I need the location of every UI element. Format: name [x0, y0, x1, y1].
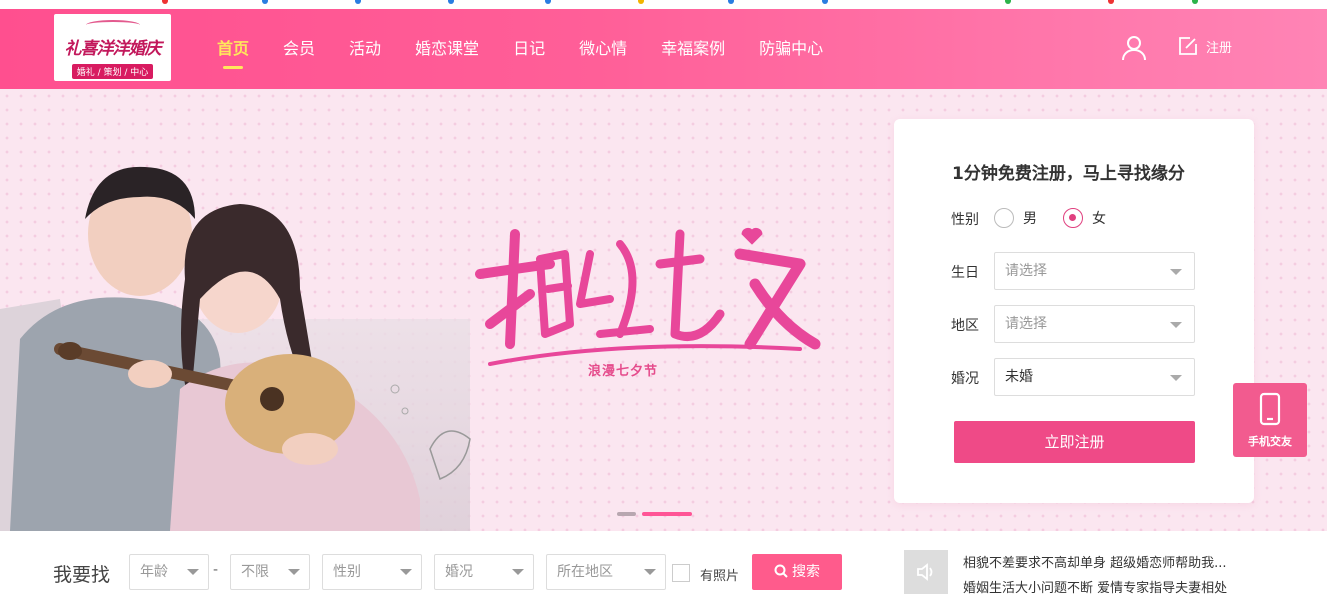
register-link[interactable]: 注册	[1178, 36, 1232, 56]
search-button[interactable]: 搜索	[752, 554, 842, 590]
nav-moods[interactable]: 微心情	[562, 9, 644, 89]
register-title: 1分钟免费注册，马上寻找缘分	[952, 164, 1185, 184]
age-from-select[interactable]: 年龄	[129, 554, 209, 590]
region-select[interactable]: 请选择	[994, 305, 1195, 343]
radio-circle	[994, 208, 1014, 228]
mobile-dating-button[interactable]: 手机交友	[1233, 383, 1307, 457]
nav-anti-fraud[interactable]: 防骗中心	[742, 9, 840, 89]
nav-diary[interactable]: 日记	[496, 9, 562, 89]
nav-events[interactable]: 活动	[332, 9, 398, 89]
region-label: 地区	[951, 318, 979, 334]
mobile-dating-label: 手机交友	[1248, 435, 1292, 448]
nav-home[interactable]: 首页	[200, 9, 266, 89]
main-nav: 首页 会员 活动 婚恋课堂 日记 微心情 幸福案例 防骗中心	[200, 9, 840, 89]
search-icon	[774, 564, 788, 578]
logo-text: 礼喜洋洋婚庆	[64, 39, 162, 59]
has-photo-checkbox[interactable]	[672, 564, 690, 582]
birthday-label: 生日	[951, 265, 979, 281]
marital-select[interactable]: 未婚	[994, 358, 1195, 396]
gender-radio-male[interactable]: 男	[994, 208, 1037, 228]
logo-ornament	[86, 20, 140, 30]
register-form: 1分钟免费注册，马上寻找缘分 性别 男 女 生日 请选择 地区 请选择 婚况 未…	[894, 119, 1254, 503]
edit-icon	[1179, 37, 1197, 55]
carousel-dot-1[interactable]	[617, 512, 636, 516]
news-item-1[interactable]: 相貌不差要求不高却单身 超级婚恋师帮助我...	[963, 552, 1227, 571]
couple-photo	[0, 166, 471, 531]
range-dash: -	[213, 562, 219, 578]
marital-search-select[interactable]: 婚况	[434, 554, 534, 590]
gender-radio-female[interactable]: 女	[1063, 208, 1106, 228]
gender-male-label: 男	[1023, 211, 1037, 227]
nav-members[interactable]: 会员	[266, 9, 332, 89]
has-photo-label: 有照片	[700, 569, 740, 584]
region-search-select[interactable]: 所在地区	[546, 554, 666, 590]
news-item-2[interactable]: 婚姻生活大小问题不断 爱情专家指导夫妻相处	[963, 577, 1227, 596]
user-icon[interactable]	[1121, 35, 1147, 61]
birthday-select[interactable]: 请选择	[994, 252, 1195, 290]
search-title: 我要找	[53, 564, 111, 586]
gender-select[interactable]: 性别	[322, 554, 422, 590]
site-logo[interactable]: 礼喜洋洋婚庆 婚礼 / 策划 / 中心	[54, 14, 171, 81]
marital-label: 婚况	[951, 371, 979, 387]
banner-subtitle: 浪漫七夕节	[588, 364, 659, 379]
gender-label: 性别	[951, 212, 979, 228]
radio-circle	[1063, 208, 1083, 228]
logo-subtitle: 婚礼 / 策划 / 中心	[71, 64, 154, 79]
register-label: 注册	[1206, 40, 1233, 56]
register-submit-button[interactable]: 立即注册	[954, 421, 1195, 463]
search-bar: 我要找 年龄 - 不限 性别 婚况 所在地区 有照片 搜索 相貌不差要求不高却单…	[0, 531, 1327, 599]
gender-female-label: 女	[1092, 211, 1106, 227]
search-button-label: 搜索	[792, 564, 820, 580]
banner-calligraphy-art	[475, 227, 821, 366]
site-header: 礼喜洋洋婚庆 婚礼 / 策划 / 中心 首页 会员 活动 婚恋课堂 日记 微心情…	[0, 9, 1327, 89]
age-to-select[interactable]: 不限	[230, 554, 310, 590]
browser-bookmark-strip	[0, 0, 1327, 9]
nav-success-stories[interactable]: 幸福案例	[644, 9, 742, 89]
phone-icon	[1259, 392, 1281, 426]
carousel-dot-2[interactable]	[642, 512, 692, 516]
speaker-icon	[904, 550, 948, 594]
nav-dating-class[interactable]: 婚恋课堂	[398, 9, 496, 89]
